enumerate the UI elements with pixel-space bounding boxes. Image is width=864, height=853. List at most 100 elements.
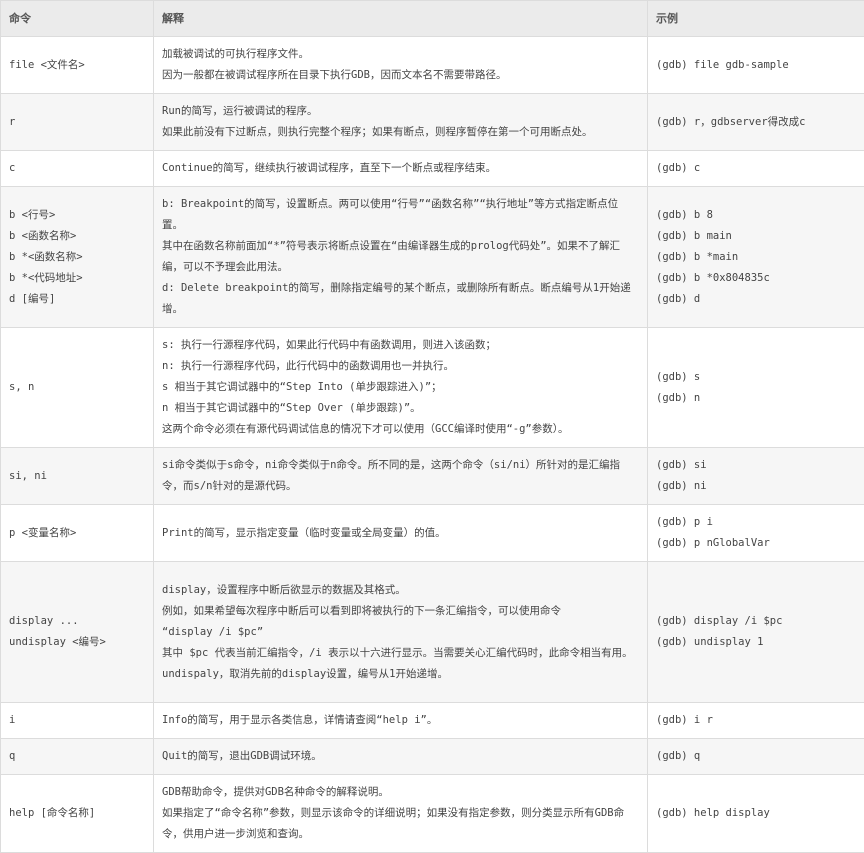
example-line: (gdb) b *main bbox=[656, 250, 739, 263]
header-example: 示例 bbox=[647, 0, 864, 37]
table-row: q Quit的简写，退出GDB调试环境。 (gdb) q bbox=[0, 738, 864, 775]
header-command: 命令 bbox=[0, 0, 154, 37]
example-line: (gdb) display /i $pc bbox=[656, 615, 783, 627]
command-line: c bbox=[9, 162, 16, 174]
command-line: si, ni bbox=[9, 469, 47, 482]
example-line: (gdb) r，gdbserver得改成c bbox=[656, 115, 806, 128]
explanation-cell: Print的简写，显示指定变量（临时变量或全局变量）的值。 bbox=[153, 504, 648, 562]
table-row: p <变量名称> Print的简写，显示指定变量（临时变量或全局变量）的值。 (gd… bbox=[0, 504, 864, 562]
example-cell: (gdb) r，gdbserver得改成c bbox=[647, 93, 864, 151]
table-row: si, ni si命令类似于s命令，ni命令类似于n命令。所不同的是，这两个命令（… bbox=[0, 447, 864, 505]
command-cell: c bbox=[0, 150, 154, 187]
explanation-line: Quit的简写，退出GDB调试环境。 bbox=[162, 750, 322, 762]
explanation-line: Info的简写，用于显示各类信息，详情请查阅“help i”。 bbox=[162, 714, 438, 726]
explanation-line: 例如，如果希望每次程序中断后可以看到即将被执行的下一条汇编指令，可以使用命令 bbox=[162, 604, 561, 617]
table-body: file <文件名> 加载被调试的可执行程序文件。因为一般都在被调试程序所在目录下… bbox=[0, 36, 864, 853]
command-cell: b <行号> b <函数名称> b *<函数名称> b *<代码地址> d [编号] bbox=[0, 186, 154, 328]
command-line: q bbox=[9, 750, 16, 762]
example-line: (gdb) help display bbox=[656, 807, 770, 819]
command-line: b *<代码地址> bbox=[9, 271, 83, 284]
command-line: r bbox=[9, 115, 16, 128]
explanation-line: Run的简写，运行被调试的程序。 bbox=[162, 105, 318, 117]
command-cell: r bbox=[0, 93, 154, 151]
command-cell: q bbox=[0, 738, 154, 775]
table-row: display ... undisplay <编号> display，设置程序中断后… bbox=[0, 561, 864, 703]
header-row: 命令 解释 示例 bbox=[0, 0, 864, 37]
example-cell: (gdb) p i (gdb) p nGlobalVar bbox=[647, 504, 864, 562]
example-line: (gdb) p i bbox=[656, 516, 713, 528]
explanation-line: Print的简写，显示指定变量（临时变量或全局变量）的值。 bbox=[162, 526, 446, 539]
example-cell: (gdb) display /i $pc (gdb) undisplay 1 bbox=[647, 561, 864, 703]
explanation-line: Continue的简写，继续执行被调试程序，直至下一个断点或程序结束。 bbox=[162, 162, 497, 174]
command-line: display ... bbox=[9, 615, 79, 627]
example-cell: (gdb) i r bbox=[647, 702, 864, 739]
command-line: i bbox=[9, 714, 16, 726]
example-line: (gdb) p nGlobalVar bbox=[656, 537, 770, 549]
table-row: c Continue的简写，继续执行被调试程序，直至下一个断点或程序结束。 (gdb… bbox=[0, 150, 864, 187]
command-cell: display ... undisplay <编号> bbox=[0, 561, 154, 703]
explanation-cell: GDB帮助命令，提供对GDB名种命令的解释说明。如果指定了“命令名称”参数，则显… bbox=[153, 774, 648, 853]
table-row: i Info的简写，用于显示各类信息，详情请查阅“help i”。 (gdb) i … bbox=[0, 702, 864, 739]
header-explanation: 解释 bbox=[153, 0, 648, 37]
table-row: file <文件名> 加载被调试的可执行程序文件。因为一般都在被调试程序所在目录下… bbox=[0, 36, 864, 94]
explanation-line: 如果此前没有下过断点，则执行完整个程序；如果有断点，则程序暂停在第一个可用断点处… bbox=[162, 126, 593, 138]
explanation-line: s: 执行一行源程序代码，如果此行代码中有函数调用，则进入该函数； bbox=[162, 339, 496, 351]
command-line: b *<函数名称> bbox=[9, 250, 83, 263]
example-line: (gdb) s bbox=[656, 370, 701, 383]
explanation-line: si命令类似于s命令，ni命令类似于n命令。所不同的是，这两个命令（si/ni）… bbox=[162, 459, 621, 492]
command-line: undisplay <编号> bbox=[9, 636, 106, 648]
example-cell: (gdb) q bbox=[647, 738, 864, 775]
example-line: (gdb) b main bbox=[656, 229, 732, 242]
explanation-line: n: 执行一行源程序代码，此行代码中的函数调用也一并执行。 bbox=[162, 360, 454, 372]
command-line: s, n bbox=[9, 381, 35, 393]
example-line: (gdb) b 8 bbox=[656, 208, 713, 221]
example-line: (gdb) undisplay 1 bbox=[656, 636, 764, 648]
explanation-cell: si命令类似于s命令，ni命令类似于n命令。所不同的是，这两个命令（si/ni）… bbox=[153, 447, 648, 505]
example-line: (gdb) b *0x804835c bbox=[656, 271, 770, 284]
command-line: file <文件名> bbox=[9, 58, 85, 71]
command-cell: p <变量名称> bbox=[0, 504, 154, 562]
table-row: r Run的简写，运行被调试的程序。如果此前没有下过断点，则执行完整个程序；如果有… bbox=[0, 93, 864, 151]
explanation-line: 如果指定了“命令名称”参数，则显示该命令的详细说明；如果没有指定参数，则分类显示… bbox=[162, 807, 625, 840]
example-line: (gdb) n bbox=[656, 391, 701, 404]
explanation-line: n 相当于其它调试器中的“Step Over (单步跟踪)”。 bbox=[162, 402, 421, 414]
explanation-line: display，设置程序中断后欲显示的数据及其格式。 bbox=[162, 583, 406, 596]
command-line: p <变量名称> bbox=[9, 526, 77, 539]
command-cell: i bbox=[0, 702, 154, 739]
example-line: (gdb) si bbox=[656, 459, 707, 471]
example-line: (gdb) d bbox=[656, 292, 701, 305]
explanation-cell: 加载被调试的可执行程序文件。因为一般都在被调试程序所在目录下执行GDB，因而文本… bbox=[153, 36, 648, 94]
explanation-cell: display，设置程序中断后欲显示的数据及其格式。例如，如果希望每次程序中断后… bbox=[153, 561, 648, 703]
command-cell: file <文件名> bbox=[0, 36, 154, 94]
command-line: help [命令名称] bbox=[9, 807, 96, 819]
command-cell: s, n bbox=[0, 327, 154, 448]
explanation-cell: Continue的简写，继续执行被调试程序，直至下一个断点或程序结束。 bbox=[153, 150, 648, 187]
explanation-cell: s: 执行一行源程序代码，如果此行代码中有函数调用，则进入该函数； n: 执行一行… bbox=[153, 327, 648, 448]
example-cell: (gdb) b 8 (gdb) b main (gdb) b *main (gdb) … bbox=[647, 186, 864, 328]
explanation-cell: b: Breakpoint的简写，设置断点。两可以使用“行号”“函数名称”“执行… bbox=[153, 186, 648, 328]
explanation-line: GDB帮助命令，提供对GDB名种命令的解释说明。 bbox=[162, 786, 389, 798]
command-line: d [编号] bbox=[9, 292, 56, 305]
command-cell: help [命令名称] bbox=[0, 774, 154, 853]
example-cell: (gdb) s (gdb) n bbox=[647, 327, 864, 448]
explanation-line: undispaly，取消先前的display设置，编号从1开始递增。 bbox=[162, 667, 448, 680]
explanation-line: 加载被调试的可执行程序文件。 bbox=[162, 48, 309, 60]
command-cell: si, ni bbox=[0, 447, 154, 505]
explanation-line: 因为一般都在被调试程序所在目录下执行GDB，因而文本名不需要带路径。 bbox=[162, 69, 507, 81]
command-line: b <行号> bbox=[9, 208, 56, 221]
explanation-cell: Info的简写，用于显示各类信息，详情请查阅“help i”。 bbox=[153, 702, 648, 739]
table-row: b <行号> b <函数名称> b *<函数名称> b *<代码地址> d [编号] b:… bbox=[0, 186, 864, 328]
table-header: 命令 解释 示例 bbox=[0, 0, 864, 37]
example-cell: (gdb) si (gdb) ni bbox=[647, 447, 864, 505]
table-row: s, n s: 执行一行源程序代码，如果此行代码中有函数调用，则进入该函数； n: … bbox=[0, 327, 864, 448]
table-row: help [命令名称] GDB帮助命令，提供对GDB名种命令的解释说明。如果指定了… bbox=[0, 774, 864, 853]
gdb-command-table: 命令 解释 示例 file <文件名> 加载被调试的可执行程序文件。因为一般都在被… bbox=[0, 0, 864, 853]
example-line: (gdb) file gdb-sample bbox=[656, 58, 789, 71]
example-line: (gdb) ni bbox=[656, 480, 707, 492]
example-cell: (gdb) c bbox=[647, 150, 864, 187]
explanation-line: b: Breakpoint的简写，设置断点。两可以使用“行号”“函数名称”“执行… bbox=[162, 198, 619, 231]
example-line: (gdb) q bbox=[656, 750, 701, 762]
example-cell: (gdb) file gdb-sample bbox=[647, 36, 864, 94]
explanation-line: 其中在函数名称前面加“*”符号表示将断点设置在“由编译器生成的prolog代码处… bbox=[162, 240, 621, 273]
explanation-line: s 相当于其它调试器中的“Step Into (单步跟踪进入)”； bbox=[162, 381, 442, 393]
